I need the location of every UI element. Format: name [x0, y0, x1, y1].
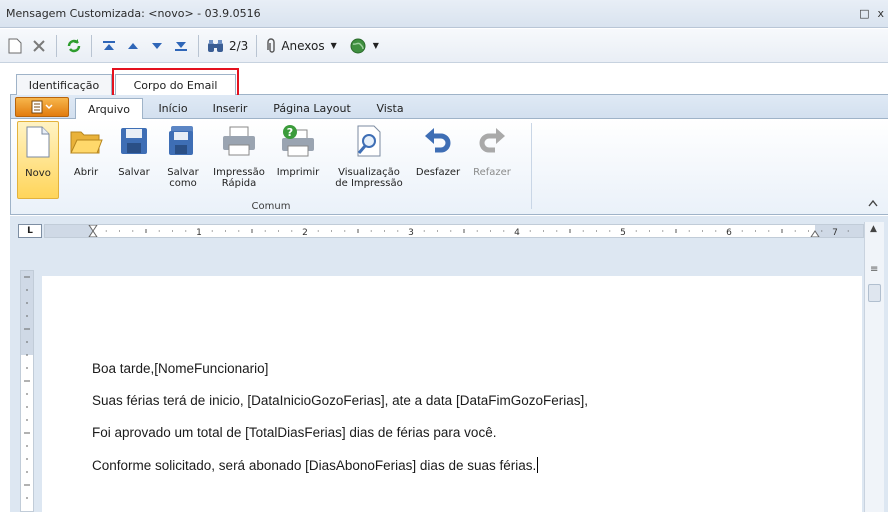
salvar-como-button[interactable]: Salvar como [161, 121, 205, 199]
toolbar-separator [56, 34, 57, 57]
ruler-number: 2 [302, 228, 308, 237]
scrollbar-thumb[interactable] [868, 284, 881, 302]
ribbon-panel: Novo Abrir Salvar Salvar como Impressão … [10, 119, 888, 215]
ribbon-tab-pagina-layout[interactable]: Página Layout [267, 98, 357, 119]
web-dropdown[interactable]: ▼ [347, 34, 381, 58]
toolbar-separator [91, 34, 92, 57]
ribbon-tab-bar: Arquivo Início Inserir Página Layout Vis… [10, 95, 888, 119]
chevron-down-icon: ▼ [372, 41, 379, 50]
salvar-como-label: Salvar como [167, 167, 199, 189]
paperclip-icon [267, 37, 276, 53]
find-button[interactable]: 2/3 [205, 34, 250, 58]
salvar-button[interactable]: Salvar [113, 121, 155, 199]
window-title: Mensagem Customizada: <novo> - 03.9.0516 [6, 7, 261, 20]
refazer-label: Refazer [473, 167, 511, 178]
new-document-icon [26, 126, 50, 158]
window-controls: □ x [859, 7, 884, 20]
doc-line-text: Conforme solicitado, será abonado [DiasA… [92, 458, 537, 473]
document-body[interactable]: Boa tarde,[NomeFuncionario] Suas férias … [92, 361, 588, 489]
impressao-rapida-button[interactable]: Impressão Rápida [211, 121, 267, 199]
ribbon-tab-vista[interactable]: Vista [365, 98, 415, 119]
delete-icon[interactable] [28, 34, 50, 58]
vertical-scrollbar[interactable]: ▲ ≡ [864, 222, 884, 512]
close-button[interactable]: x [877, 7, 884, 20]
tab-stop-selector[interactable]: L [18, 224, 42, 238]
globe-icon [350, 38, 366, 53]
tab-identificacao[interactable]: Identificação [16, 74, 112, 95]
last-record-icon[interactable] [170, 34, 192, 58]
binoculars-icon [208, 39, 223, 52]
toolbar-separator [256, 34, 258, 57]
ruler-number: 4 [514, 228, 520, 237]
horizontal-ruler[interactable]: 1 2 3 4 5 6 7 [44, 224, 864, 238]
ruler-ticks: 1 2 3 4 5 6 7 [45, 224, 863, 238]
refazer-button[interactable]: Refazer [467, 121, 517, 199]
attachments-dropdown[interactable]: Anexos ▼ [263, 34, 338, 58]
quick-print-icon [223, 126, 255, 156]
new-icon[interactable] [4, 34, 26, 58]
save-icon [121, 128, 147, 154]
vertical-ruler-ticks [21, 271, 33, 499]
visualizacao-de-impressao-button[interactable]: Visualização de Impressão [331, 121, 407, 199]
maximize-button[interactable]: □ [859, 7, 869, 20]
group-label-comum: Comum [251, 201, 291, 212]
ruler-number: 1 [196, 228, 202, 237]
attachments-label: Anexos [281, 38, 325, 53]
vertical-ruler[interactable] [20, 270, 34, 512]
print-preview-icon [357, 125, 381, 157]
abrir-button[interactable]: Abrir [65, 121, 107, 199]
redo-icon [479, 128, 505, 153]
visualizacao-label: Visualização de Impressão [335, 167, 403, 189]
svg-text:?: ? [287, 126, 293, 139]
abrir-label: Abrir [73, 167, 99, 178]
ruler-number: 3 [408, 228, 414, 237]
previous-record-icon[interactable] [122, 34, 144, 58]
ribbon-tab-inicio[interactable]: Início [151, 98, 195, 119]
ribbon-tab-inserir[interactable]: Inserir [205, 98, 255, 119]
text-cursor [537, 457, 539, 473]
chevron-down-icon: ▼ [330, 41, 337, 50]
scroll-up-icon[interactable]: ▲ [870, 224, 877, 234]
impressao-rapida-label: Impressão Rápida [213, 167, 265, 189]
doc-line: Foi aprovado um total de [TotalDiasFeria… [92, 425, 497, 440]
collapse-ribbon-icon[interactable] [868, 199, 878, 210]
first-record-icon[interactable] [98, 34, 120, 58]
ruler-number: 6 [726, 228, 732, 237]
print-icon: ? [282, 125, 314, 157]
salvar-label: Salvar [118, 167, 150, 178]
ruler-number: 7 [832, 228, 838, 237]
ruler-number: 5 [620, 228, 626, 237]
open-folder-icon [70, 131, 103, 154]
undo-icon [425, 128, 451, 153]
doc-line: Boa tarde,[NomeFuncionario] [92, 361, 269, 376]
group-separator [531, 123, 532, 209]
next-record-icon[interactable] [146, 34, 168, 58]
document-page[interactable]: Boa tarde,[NomeFuncionario] Suas férias … [42, 276, 862, 512]
desfazer-button[interactable]: Desfazer [413, 121, 463, 199]
scroll-menu-icon[interactable]: ≡ [870, 264, 878, 275]
refresh-icon[interactable] [63, 34, 85, 58]
imprimir-button[interactable]: ? Imprimir [273, 121, 323, 199]
save-as-icon [169, 126, 193, 155]
novo-button[interactable]: Novo [17, 121, 59, 199]
imprimir-label: Imprimir [276, 167, 320, 178]
title-bar: Mensagem Customizada: <novo> - 03.9.0516… [0, 0, 888, 28]
ribbon-tab-arquivo[interactable]: Arquivo [75, 98, 143, 119]
desfazer-label: Desfazer [415, 167, 461, 178]
novo-label: Novo [25, 168, 51, 179]
doc-line: Suas férias terá de inicio, [DataInicioG… [92, 393, 588, 408]
highlight-box [112, 68, 239, 98]
file-menu-icon [31, 100, 53, 114]
file-menu-button[interactable] [15, 97, 69, 117]
record-counter: 2/3 [229, 38, 249, 53]
main-toolbar: 2/3 Anexos ▼ ▼ [0, 29, 888, 63]
toolbar-separator [198, 34, 199, 57]
doc-line: Conforme solicitado, será abonado [DiasA… [92, 457, 588, 489]
